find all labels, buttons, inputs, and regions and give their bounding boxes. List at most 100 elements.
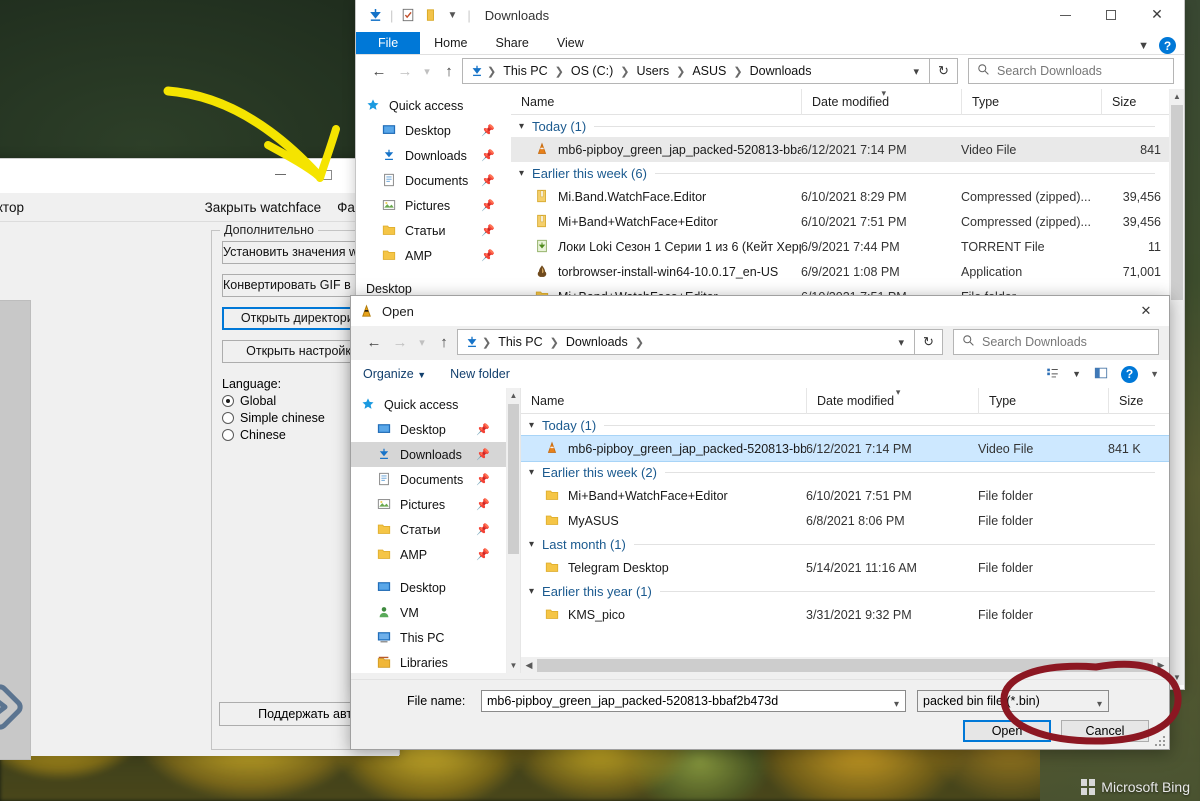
group-header-earlier-this-week[interactable]: ▾ Earlier this week (2) <box>521 461 1169 483</box>
pin-icon[interactable]: 📌 <box>476 548 490 561</box>
breadcrumb-downloads[interactable]: Downloads <box>746 63 816 79</box>
breadcrumb-downloads[interactable]: Downloads <box>562 334 632 350</box>
tab-share[interactable]: Share <box>482 33 543 54</box>
open-forward-button[interactable]: → <box>387 329 413 355</box>
table-row[interactable]: Mi+Band+WatchFace+Editor 6/10/2021 7:51 … <box>511 209 1169 234</box>
column-type[interactable]: Type <box>961 88 1101 115</box>
column-date-modified[interactable]: Date modified ▾ <box>806 387 978 414</box>
explorer-maximize-button[interactable] <box>1088 0 1134 30</box>
explorer-up-button[interactable]: ↑ <box>436 58 462 84</box>
column-size[interactable]: Size <box>1101 88 1169 115</box>
sidebar-item-quick-access[interactable]: Quick access <box>351 392 506 417</box>
scroll-thumb[interactable] <box>508 404 519 554</box>
chevron-down-icon[interactable]: ▾ <box>529 539 534 550</box>
group-header-today[interactable]: ▾ Today (1) <box>511 115 1169 137</box>
address-dropdown-icon[interactable]: ▾ <box>898 336 910 349</box>
sidebar-item-libraries[interactable]: Libraries <box>351 650 506 675</box>
pin-icon[interactable]: 📌 <box>481 149 495 162</box>
table-row[interactable]: mb6-pipboy_green_jap_packed-520813-bbaf2… <box>521 435 1169 462</box>
column-name[interactable]: Name <box>511 89 801 115</box>
sidebar-item-documents[interactable]: Documents 📌 <box>351 467 506 492</box>
table-row[interactable]: mb6-pipboy_green_jap_packed-520813-bbaf2… <box>511 137 1169 162</box>
file-type-dropdown-icon[interactable]: ▾ <box>1097 695 1102 715</box>
open-address-bar[interactable]: ❯ This PC ❯ Downloads ❯ ▾ <box>457 329 915 355</box>
sidebar-item-pictures[interactable]: Pictures 📌 <box>351 492 506 517</box>
file-name-input[interactable]: mb6-pipboy_green_jap_packed-520813-bbaf2… <box>481 690 906 712</box>
table-row[interactable]: Локи Loki Сезон 1 Серии 1 из 6 (Кейт Хер… <box>511 234 1169 259</box>
column-type[interactable]: Type <box>978 387 1108 414</box>
properties-icon[interactable] <box>397 4 419 26</box>
pin-icon[interactable]: 📌 <box>476 423 490 436</box>
menu-open-json-editor[interactable]: Открыть JSON редактор <box>0 197 32 218</box>
pin-icon[interactable]: 📌 <box>476 473 490 486</box>
pin-icon[interactable]: 📌 <box>481 199 495 212</box>
chevron-down-icon[interactable]: ▾ <box>519 168 524 179</box>
open-horizontal-scrollbar[interactable]: ◀ ▶ <box>521 657 1169 673</box>
sidebar-item-desktop[interactable]: Desktop 📌 <box>356 118 511 143</box>
ribbon-collapse-icon[interactable]: ▼ <box>1138 40 1149 52</box>
sidebar-item-desktop-2[interactable]: Desktop <box>351 575 506 600</box>
sidebar-item-statyi[interactable]: Статьи 📌 <box>351 517 506 542</box>
sidebar-item-downloads[interactable]: Downloads 📌 <box>351 442 506 467</box>
chevron-down-icon[interactable]: ▾ <box>529 586 534 597</box>
customize-toolbar-icon[interactable]: ▼ <box>441 4 463 26</box>
group-header-last-month[interactable]: ▾ Last month (1) <box>521 533 1169 555</box>
cmdbar-collapse-icon[interactable]: ▼ <box>1150 369 1159 379</box>
pin-icon[interactable]: 📌 <box>481 249 495 262</box>
breadcrumb-this-pc[interactable]: This PC <box>499 63 551 79</box>
sidebar-item-amp[interactable]: AMP 📌 <box>351 542 506 567</box>
ribbon-help-icon[interactable]: ? <box>1159 37 1176 54</box>
pin-icon[interactable]: 📌 <box>481 174 495 187</box>
scroll-up-button[interactable]: ▲ <box>1170 89 1184 104</box>
breadcrumb-os-c[interactable]: OS (C:) <box>567 63 617 79</box>
sidebar-item-vm[interactable]: VM <box>351 600 506 625</box>
explorer-close-button[interactable]: ✕ <box>1134 0 1180 30</box>
hscroll-thumb[interactable] <box>537 658 1153 672</box>
open-dialog-close-button[interactable]: ✕ <box>1125 296 1167 326</box>
pin-icon[interactable]: 📌 <box>476 498 490 511</box>
open-back-button[interactable]: ← <box>361 329 387 355</box>
menu-close-watchface[interactable]: Закрыть watchface <box>197 197 330 218</box>
column-date-modified[interactable]: Date modified ▾ <box>801 88 961 115</box>
scroll-down-button[interactable]: ▼ <box>507 658 520 673</box>
sidebar-item-documents[interactable]: Documents 📌 <box>356 168 511 193</box>
explorer-forward-button[interactable]: → <box>392 58 418 84</box>
tab-view[interactable]: View <box>543 33 598 54</box>
table-row[interactable]: Telegram Desktop 5/14/2021 11:16 AM File… <box>521 555 1169 580</box>
sidebar-item-pictures[interactable]: Pictures 📌 <box>356 193 511 218</box>
wf-maximize-button[interactable] <box>304 159 350 190</box>
table-row[interactable]: MyASUS 6/8/2021 8:06 PM File folder <box>521 508 1169 533</box>
open-up-button[interactable]: ↑ <box>431 329 457 355</box>
group-header-today[interactable]: ▾ Today (1) <box>521 414 1169 436</box>
group-header-earlier-this-week[interactable]: ▾ Earlier this week (6) <box>511 162 1169 184</box>
hscroll-right-button[interactable]: ▶ <box>1153 660 1169 671</box>
chevron-down-icon[interactable]: ▾ <box>519 121 524 132</box>
chevron-down-icon[interactable]: ▾ <box>529 420 534 431</box>
sidebar-item-desktop[interactable]: Desktop 📌 <box>351 417 506 442</box>
breadcrumb-this-pc[interactable]: This PC <box>494 334 546 350</box>
resize-grip[interactable] <box>1155 736 1166 747</box>
table-row[interactable]: Mi.Band.WatchFace.Editor 6/10/2021 8:29 … <box>511 184 1169 209</box>
explorer-address-bar[interactable]: ❯ This PC ❯ OS (C:) ❯ Users ❯ ASUS ❯ Dow… <box>462 58 930 84</box>
preview-pane-icon[interactable] <box>1093 366 1109 383</box>
pin-icon[interactable]: 📌 <box>476 523 490 536</box>
breadcrumb-asus[interactable]: ASUS <box>688 63 730 79</box>
explorer-minimize-button[interactable] <box>1042 0 1088 30</box>
scroll-thumb[interactable] <box>1171 105 1183 300</box>
tab-file[interactable]: File <box>356 32 421 54</box>
hscroll-left-button[interactable]: ◀ <box>521 660 537 671</box>
file-type-select[interactable]: packed bin file (*.bin) ▾ <box>917 690 1109 712</box>
scroll-down-button[interactable]: ▼ <box>1170 670 1184 685</box>
tab-home[interactable]: Home <box>420 33 481 54</box>
sidebar-item-statyi[interactable]: Статьи 📌 <box>356 218 511 243</box>
open-search-box[interactable]: Search Downloads <box>953 329 1159 355</box>
scroll-up-button[interactable]: ▲ <box>507 388 520 403</box>
table-row[interactable]: Mi+Band+WatchFace+Editor 6/10/2021 7:51 … <box>521 483 1169 508</box>
view-dropdown-icon[interactable]: ▼ <box>1072 369 1081 379</box>
column-name[interactable]: Name <box>521 388 806 414</box>
open-button[interactable]: Open <box>963 720 1051 742</box>
view-list-icon[interactable] <box>1045 366 1060 383</box>
column-size[interactable]: Size <box>1108 387 1169 414</box>
table-row[interactable]: torbrowser-install-win64-10.0.17_en-US 6… <box>511 259 1169 284</box>
explorer-back-button[interactable]: ← <box>366 58 392 84</box>
